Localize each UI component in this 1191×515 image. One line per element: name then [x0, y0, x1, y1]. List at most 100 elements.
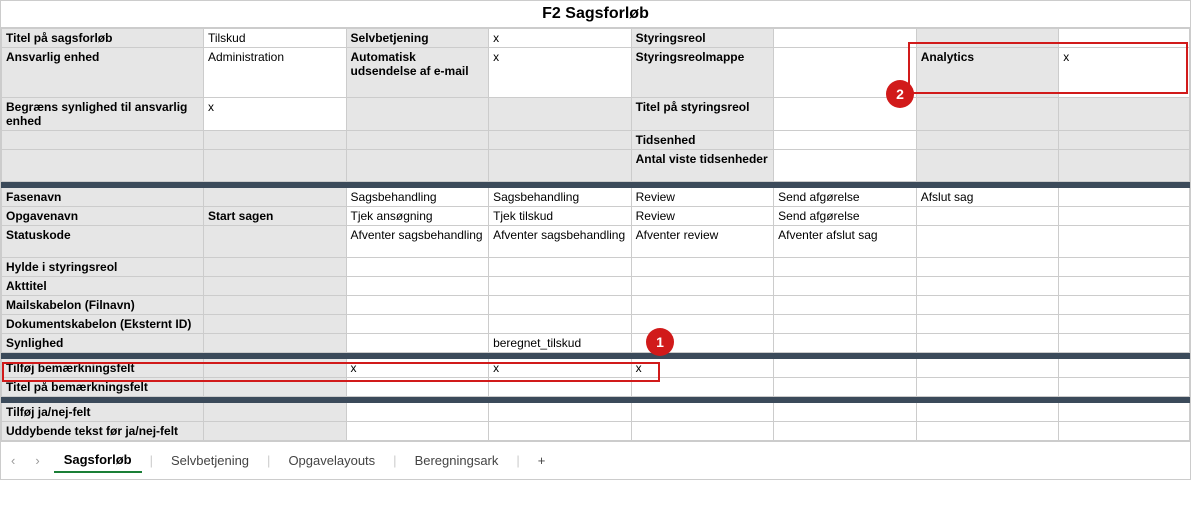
- cell[interactable]: [774, 334, 917, 353]
- cell[interactable]: [774, 150, 917, 182]
- cell[interactable]: [774, 98, 917, 131]
- cell[interactable]: Sagsbehandling: [489, 188, 632, 207]
- cell[interactable]: [631, 378, 774, 397]
- cell[interactable]: Selvbetjening: [346, 29, 489, 48]
- cell[interactable]: [631, 334, 774, 353]
- cell[interactable]: Styringsreol: [631, 29, 774, 48]
- cell[interactable]: [489, 98, 632, 131]
- cell[interactable]: [1059, 403, 1190, 422]
- cell[interactable]: Administration: [203, 48, 346, 98]
- cell[interactable]: x: [489, 359, 632, 378]
- cell[interactable]: [203, 422, 346, 441]
- tab-opgavelayouts[interactable]: Opgavelayouts: [278, 449, 385, 472]
- cell[interactable]: Start sagen: [203, 207, 346, 226]
- cell[interactable]: x: [203, 98, 346, 131]
- cell[interactable]: [203, 315, 346, 334]
- cell[interactable]: Afslut sag: [916, 188, 1059, 207]
- cell[interactable]: [203, 150, 346, 182]
- cell[interactable]: [916, 359, 1059, 378]
- cell[interactable]: [774, 403, 917, 422]
- cell[interactable]: [203, 277, 346, 296]
- cell[interactable]: [203, 296, 346, 315]
- cell[interactable]: [489, 378, 632, 397]
- cell[interactable]: Afventer sagsbehandling: [489, 226, 632, 258]
- cell[interactable]: [1059, 378, 1190, 397]
- cell[interactable]: [203, 403, 346, 422]
- cell[interactable]: Statuskode: [2, 226, 204, 258]
- cell[interactable]: [916, 207, 1059, 226]
- cell[interactable]: [203, 359, 346, 378]
- cell[interactable]: [916, 422, 1059, 441]
- add-sheet-button[interactable]: +: [528, 449, 556, 472]
- cell[interactable]: Antal viste tidsenheder: [631, 150, 774, 182]
- cell[interactable]: [346, 315, 489, 334]
- cell[interactable]: Tilføj bemærkningsfelt: [2, 359, 204, 378]
- cell[interactable]: [203, 131, 346, 150]
- cell[interactable]: x: [489, 48, 632, 98]
- cell[interactable]: Ansvarlig enhed: [2, 48, 204, 98]
- cell[interactable]: [346, 98, 489, 131]
- cell[interactable]: [774, 48, 917, 98]
- cell[interactable]: [203, 188, 346, 207]
- cell[interactable]: [774, 277, 917, 296]
- cell[interactable]: x: [631, 359, 774, 378]
- cell[interactable]: [1059, 226, 1190, 258]
- cell[interactable]: [1059, 315, 1190, 334]
- cell[interactable]: [916, 226, 1059, 258]
- tab-beregningsark[interactable]: Beregningsark: [405, 449, 509, 472]
- cell[interactable]: Send afgørelse: [774, 188, 917, 207]
- cell[interactable]: Sagsbehandling: [346, 188, 489, 207]
- cell[interactable]: [346, 131, 489, 150]
- cell[interactable]: Styringsreolmappe: [631, 48, 774, 98]
- cell[interactable]: [916, 334, 1059, 353]
- cell[interactable]: Tjek tilskud: [489, 207, 632, 226]
- cell[interactable]: Tilskud: [203, 29, 346, 48]
- cell[interactable]: Afventer afslut sag: [774, 226, 917, 258]
- cell[interactable]: [203, 378, 346, 397]
- cell[interactable]: [489, 277, 632, 296]
- cell[interactable]: [346, 296, 489, 315]
- cell[interactable]: [916, 29, 1059, 48]
- cell[interactable]: Analytics: [916, 48, 1059, 98]
- spreadsheet-grid[interactable]: Titel på sagsforløb Tilskud Selvbetjenin…: [1, 28, 1190, 441]
- cell[interactable]: [1059, 359, 1190, 378]
- cell[interactable]: Synlighed: [2, 334, 204, 353]
- cell[interactable]: [1059, 258, 1190, 277]
- cell[interactable]: [2, 150, 204, 182]
- cell[interactable]: [774, 315, 917, 334]
- cell[interactable]: [489, 403, 632, 422]
- cell[interactable]: Review: [631, 207, 774, 226]
- cell[interactable]: [346, 403, 489, 422]
- cell[interactable]: [774, 29, 917, 48]
- cell[interactable]: beregnet_tilskud: [489, 334, 632, 353]
- cell[interactable]: [346, 378, 489, 397]
- cell[interactable]: [1059, 98, 1190, 131]
- cell[interactable]: [1059, 188, 1190, 207]
- cell[interactable]: [1059, 150, 1190, 182]
- cell[interactable]: Hylde i styringsreol: [2, 258, 204, 277]
- cell[interactable]: [916, 258, 1059, 277]
- cell[interactable]: [346, 422, 489, 441]
- cell[interactable]: Tilføj ja/nej-felt: [2, 403, 204, 422]
- cell[interactable]: [489, 258, 632, 277]
- cell[interactable]: Uddybende tekst før ja/nej-felt: [2, 422, 204, 441]
- cell[interactable]: Afventer sagsbehandling: [346, 226, 489, 258]
- cell[interactable]: [916, 378, 1059, 397]
- cell[interactable]: [916, 277, 1059, 296]
- cell[interactable]: Begræns synlighed til ansvarlig enhed: [2, 98, 204, 131]
- cell[interactable]: [916, 403, 1059, 422]
- tab-selvbetjening[interactable]: Selvbetjening: [161, 449, 259, 472]
- cell[interactable]: [774, 422, 917, 441]
- cell[interactable]: [1059, 29, 1190, 48]
- cell[interactable]: Dokumentskabelon (Eksternt ID): [2, 315, 204, 334]
- cell[interactable]: Send afgørelse: [774, 207, 917, 226]
- cell[interactable]: [489, 315, 632, 334]
- cell[interactable]: [774, 131, 917, 150]
- cell[interactable]: [631, 296, 774, 315]
- cell[interactable]: Tjek ansøgning: [346, 207, 489, 226]
- cell[interactable]: [346, 150, 489, 182]
- cell[interactable]: [774, 258, 917, 277]
- cell[interactable]: [489, 131, 632, 150]
- cell[interactable]: [203, 334, 346, 353]
- cell[interactable]: [346, 334, 489, 353]
